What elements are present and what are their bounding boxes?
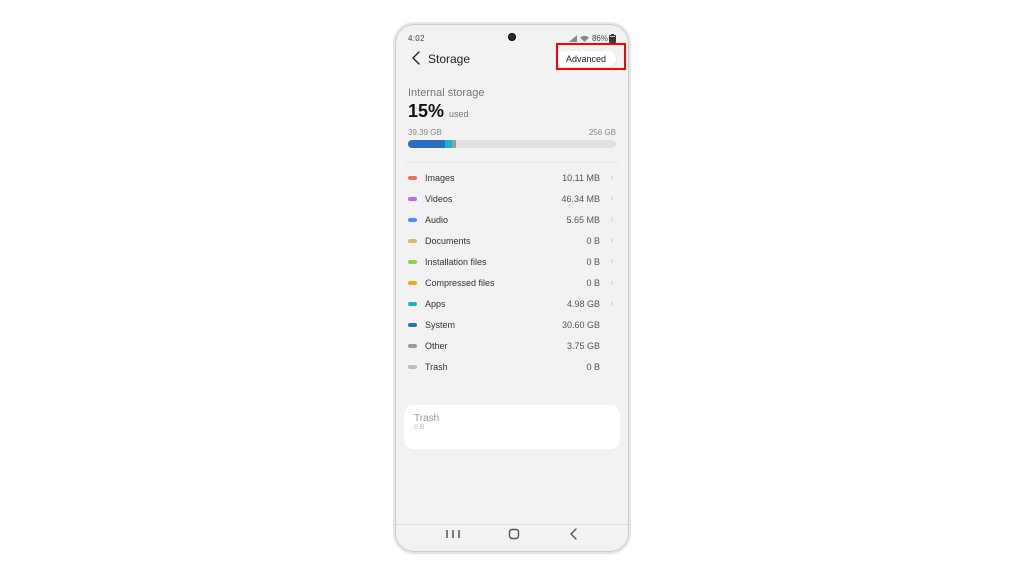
category-label: Trash [425, 362, 448, 372]
category-color-dot [408, 197, 417, 201]
category-row[interactable]: Installation files 0 B › [408, 251, 616, 272]
category-color-dot [408, 323, 417, 327]
usage-bar-seg-system [408, 140, 445, 148]
home-icon [508, 528, 520, 540]
section-title: Internal storage [408, 87, 616, 99]
chevron-left-icon [569, 528, 578, 540]
chevron-right-icon: › [608, 172, 616, 183]
category-color-dot [408, 218, 417, 222]
category-label: Apps [425, 299, 446, 309]
camera-cutout [508, 33, 516, 41]
back-button[interactable] [408, 51, 422, 67]
battery-indicator: 86% [592, 34, 616, 43]
battery-pct: 86% [592, 34, 608, 43]
category-label: Images [425, 173, 455, 183]
chevron-right-icon: › [608, 235, 616, 246]
category-label: Documents [425, 236, 471, 246]
chevron-right-icon: › [608, 277, 616, 288]
category-label: Audio [425, 215, 448, 225]
trash-card-subtitle: 0 B [414, 424, 610, 431]
used-amount: 39.39 GB [408, 128, 442, 137]
category-value: 30.60 GB [562, 320, 600, 330]
status-time: 4:02 [408, 34, 425, 43]
category-label: Videos [425, 194, 452, 204]
category-color-dot [408, 239, 417, 243]
advanced-button[interactable]: Advanced [556, 51, 616, 67]
category-color-dot [408, 260, 417, 264]
trash-card[interactable]: Trash 0 B [404, 405, 620, 449]
category-row[interactable]: Images 10.11 MB › [408, 167, 616, 188]
category-value: 0 B [586, 278, 600, 288]
nav-back-button[interactable] [569, 528, 578, 543]
divider [406, 162, 618, 163]
usage-percent-line: 15% used [408, 101, 616, 122]
category-label: Other [425, 341, 448, 351]
usage-bar [408, 140, 616, 148]
chevron-right-icon: › [608, 214, 616, 225]
category-color-dot [408, 365, 417, 369]
phone-frame: 4:02 86% Storage Advanced [396, 25, 628, 551]
recents-icon [446, 529, 460, 539]
category-color-dot [408, 302, 417, 306]
category-label: Compressed files [425, 278, 495, 288]
category-row: Other3.75 GB› [408, 335, 616, 356]
wifi-icon [580, 35, 589, 42]
home-button[interactable] [508, 528, 520, 543]
total-amount: 256 GB [589, 128, 616, 137]
category-label: Installation files [425, 257, 487, 267]
category-row[interactable]: Audio 5.65 MB › [408, 209, 616, 230]
category-value: 3.75 GB [567, 341, 600, 351]
category-color-dot [408, 344, 417, 348]
category-value: 0 B [586, 257, 600, 267]
chevron-right-icon: › [608, 298, 616, 309]
category-value: 10.11 MB [562, 173, 600, 183]
category-label: System [425, 320, 455, 330]
chevron-right-icon: › [608, 256, 616, 267]
system-nav-bar [396, 525, 628, 545]
usage-label: used [449, 109, 469, 119]
category-value: 4.98 GB [567, 299, 600, 309]
recents-button[interactable] [446, 529, 460, 542]
category-row: System30.60 GB› [408, 314, 616, 335]
category-row[interactable]: Documents 0 B › [408, 230, 616, 251]
chevron-right-icon: › [608, 193, 616, 204]
usage-amount-row: 39.39 GB 256 GB [408, 128, 616, 137]
usage-bar-seg-other [452, 140, 456, 148]
usage-percent: 15% [408, 101, 444, 122]
category-value: 0 B [586, 362, 600, 372]
header-bar: Storage Advanced [408, 45, 616, 73]
category-list: Images 10.11 MB › Videos 46.34 MB › Audio 5.65 … [408, 167, 616, 377]
battery-icon [609, 34, 616, 43]
category-row[interactable]: Compressed files 0 B › [408, 272, 616, 293]
category-value: 46.34 MB [561, 194, 600, 204]
trash-card-title: Trash [414, 413, 610, 424]
category-color-dot [408, 176, 417, 180]
category-row: Trash0 B› [408, 356, 616, 377]
category-row[interactable]: Videos 46.34 MB › [408, 188, 616, 209]
category-color-dot [408, 281, 417, 285]
page-title: Storage [428, 52, 470, 66]
category-value: 0 B [586, 236, 600, 246]
category-row[interactable]: Apps 4.98 GB › [408, 293, 616, 314]
chevron-left-icon [411, 51, 420, 65]
category-value: 5.65 MB [566, 215, 600, 225]
signal-icon [569, 35, 577, 42]
